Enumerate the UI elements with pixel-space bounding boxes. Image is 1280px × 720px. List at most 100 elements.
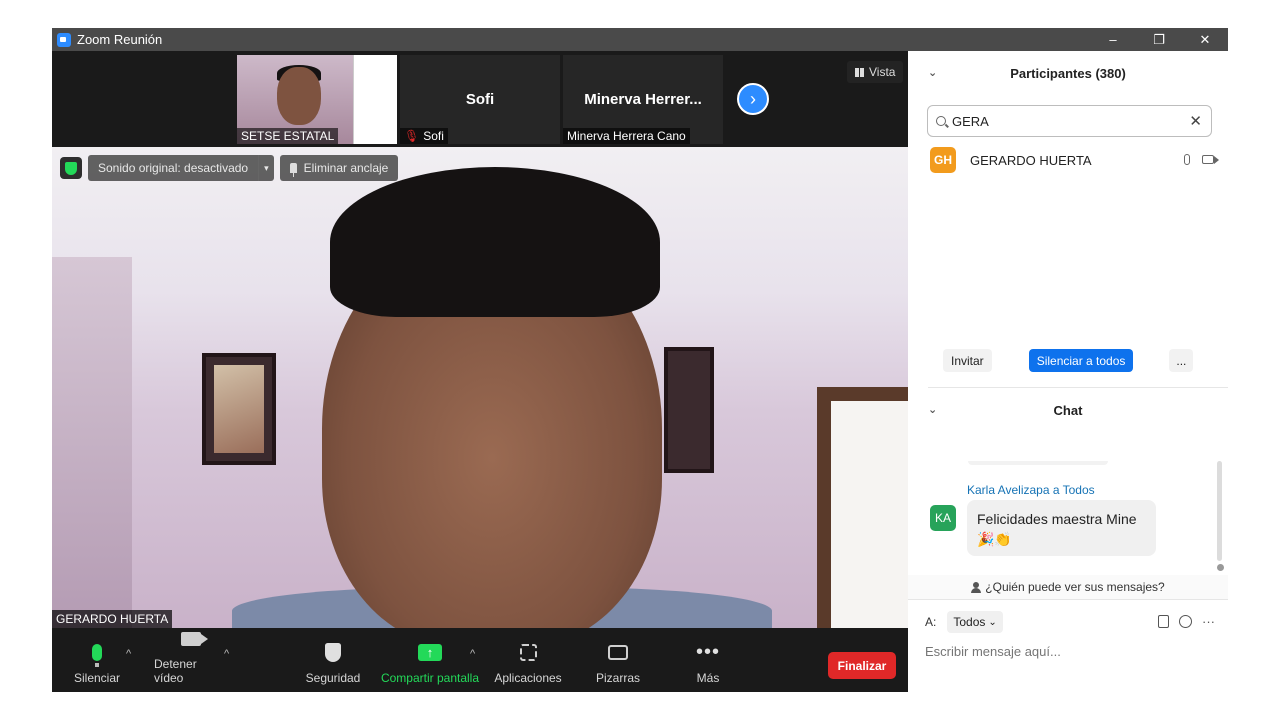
window-controls: – ❐ ✕ xyxy=(1090,28,1228,51)
thumbnail-setse-estatal[interactable]: SETSE ESTATAL xyxy=(237,55,397,144)
divider xyxy=(908,599,1228,600)
message-emoji: 🎉👏 xyxy=(977,531,1012,547)
stop-video-label: Detener vídeo xyxy=(154,657,197,685)
chat-message-input[interactable] xyxy=(925,640,1215,662)
thumbnail-strip: SETSE ESTATAL Sofi 🎙 Sofi Minerva Herrer.… xyxy=(52,51,908,146)
recipient-dropdown[interactable]: Todos ⌄ xyxy=(947,611,1003,633)
mute-all-button[interactable]: Silenciar a todos xyxy=(1028,349,1134,372)
avatar: KA xyxy=(930,505,956,531)
participant-row[interactable]: GH GERARDO HUERTA xyxy=(930,147,1220,173)
search-icon xyxy=(936,116,946,126)
recipient-row: A: Todos ⌄ ··· xyxy=(925,611,1215,633)
whiteboard-icon xyxy=(608,644,628,660)
encryption-shield-icon[interactable] xyxy=(60,157,82,179)
microphone-icon[interactable] xyxy=(1184,154,1190,165)
thumbnail-name: SETSE ESTATAL xyxy=(237,128,339,144)
chat-title: Chat xyxy=(1053,402,1083,418)
more-label: Más xyxy=(696,671,720,685)
thumbnail-sofi[interactable]: Sofi 🎙 Sofi xyxy=(400,55,560,144)
view-label: Vista xyxy=(869,65,896,79)
unpin-label: Eliminar anclaje xyxy=(303,161,389,175)
who-can-see-link[interactable]: ¿Quién puede ver sus mensajes? xyxy=(908,575,1228,599)
message-bubble: Felicidades maestra Mine 🎉👏 xyxy=(967,500,1156,556)
chevron-right-icon: › xyxy=(750,88,756,109)
picture-frame-left xyxy=(202,353,276,465)
original-sound-dropdown[interactable]: ▾ xyxy=(258,155,274,181)
title-bar: Zoom Reunión – ❐ ✕ xyxy=(52,28,1228,51)
original-sound-control: Sonido original: desactivado ▾ xyxy=(88,155,274,181)
security-button[interactable]: Seguridad xyxy=(306,628,360,692)
message-text: Felicidades maestra Mine xyxy=(977,511,1137,527)
active-speaker-video: Sonido original: desactivado ▾ Eliminar … xyxy=(52,147,908,628)
view-button[interactable]: Vista xyxy=(847,61,904,83)
apps-label: Aplicaciones xyxy=(494,671,562,685)
participant-actions: Invitar Silenciar a todos ... xyxy=(943,349,1194,372)
invite-button[interactable]: Invitar xyxy=(943,349,992,372)
meeting-toolbar: Silenciar ^ Detener vídeo ^ Seguridad ↑ … xyxy=(52,628,908,692)
whiteboards-label: Pizarras xyxy=(596,671,641,685)
file-icon[interactable] xyxy=(1158,615,1169,628)
participant-face xyxy=(277,67,321,125)
share-options-caret[interactable]: ^ xyxy=(470,648,475,660)
chevron-down-icon: ⌄ xyxy=(988,616,997,628)
zoom-window: Zoom Reunión – ❐ ✕ SETSE ESTATAL Sofi 🎙 S… xyxy=(52,28,1228,692)
zoom-app-icon xyxy=(57,32,71,47)
video-overlay-controls: Sonido original: desactivado ▾ Eliminar … xyxy=(60,155,399,181)
participant-search-input[interactable]: GERA ✕ xyxy=(927,105,1212,137)
speaker-name-label: GERARDO HUERTA xyxy=(52,610,173,628)
picture-frame-right xyxy=(664,347,714,473)
collapse-participants-chevron-icon[interactable]: ⌄ xyxy=(928,66,937,79)
next-page-arrow-button[interactable]: › xyxy=(737,83,769,115)
chat-scrollbar[interactable] xyxy=(1217,461,1222,561)
security-label: Seguridad xyxy=(305,671,361,685)
thumbnail-center-name: Minerva Herrer... xyxy=(584,91,702,108)
participant-name: GERARDO HUERTA xyxy=(970,152,1092,168)
previous-message-bubble xyxy=(968,461,1108,465)
participants-more-button[interactable]: ... xyxy=(1169,349,1194,372)
mute-button[interactable]: Silenciar xyxy=(74,628,120,692)
stop-video-button[interactable]: Detener vídeo xyxy=(154,628,228,692)
emoji-icon[interactable] xyxy=(1179,615,1192,628)
thumbnail-minerva[interactable]: Minerva Herrer... Minerva Herrera Cano xyxy=(563,55,723,144)
window-title: Zoom Reunión xyxy=(77,32,163,47)
unpin-button[interactable]: Eliminar anclaje xyxy=(279,155,399,181)
whiteboards-button[interactable]: Pizarras xyxy=(596,628,640,692)
video-camera-icon[interactable] xyxy=(1202,155,1219,164)
apps-icon xyxy=(519,643,537,661)
recipient-label: A: xyxy=(925,615,937,629)
message-sender[interactable]: Karla Avelizapa a Todos xyxy=(967,483,1095,497)
thumbnail-name-text: Sofi xyxy=(423,129,444,143)
minimize-button[interactable]: – xyxy=(1090,28,1136,51)
more-dots-icon: ••• xyxy=(695,641,720,663)
muted-mic-icon: 🎙 xyxy=(404,129,420,143)
end-meeting-button[interactable]: Finalizar xyxy=(828,652,896,679)
share-screen-button[interactable]: ↑ Compartir pantalla xyxy=(380,628,480,692)
more-button[interactable]: ••• Más xyxy=(690,628,726,692)
mute-label: Silenciar xyxy=(73,671,121,685)
microphone-icon xyxy=(92,643,102,667)
participants-header: ⌄ Participantes (380) xyxy=(908,51,1228,95)
shared-document-preview xyxy=(353,55,397,144)
grid-icon xyxy=(855,67,864,77)
collapse-chat-chevron-icon[interactable]: ⌄ xyxy=(928,403,937,416)
share-screen-label: Compartir pantalla xyxy=(380,671,480,685)
thumbnail-name: 🎙 Sofi xyxy=(400,128,448,144)
clear-search-icon[interactable]: ✕ xyxy=(1189,112,1202,130)
person-icon xyxy=(971,581,982,593)
shield-icon xyxy=(325,642,341,662)
doorway xyxy=(817,387,908,628)
chat-header: ⌄ Chat xyxy=(908,388,1228,432)
search-value: GERA xyxy=(952,113,989,129)
avatar: GH xyxy=(930,147,956,173)
restore-button[interactable]: ❐ xyxy=(1136,28,1182,51)
participant-status-icons xyxy=(1184,154,1219,165)
scroll-indicator[interactable] xyxy=(1217,564,1224,571)
close-window-button[interactable]: ✕ xyxy=(1182,28,1228,51)
more-options-icon[interactable]: ··· xyxy=(1202,614,1215,629)
participants-title: Participantes (380) xyxy=(1010,65,1126,81)
speaker-hair xyxy=(330,167,660,317)
apps-button[interactable]: Aplicaciones xyxy=(494,628,562,692)
audio-options-caret[interactable]: ^ xyxy=(126,648,131,660)
original-sound-button[interactable]: Sonido original: desactivado xyxy=(88,155,259,181)
video-options-caret[interactable]: ^ xyxy=(224,648,229,660)
